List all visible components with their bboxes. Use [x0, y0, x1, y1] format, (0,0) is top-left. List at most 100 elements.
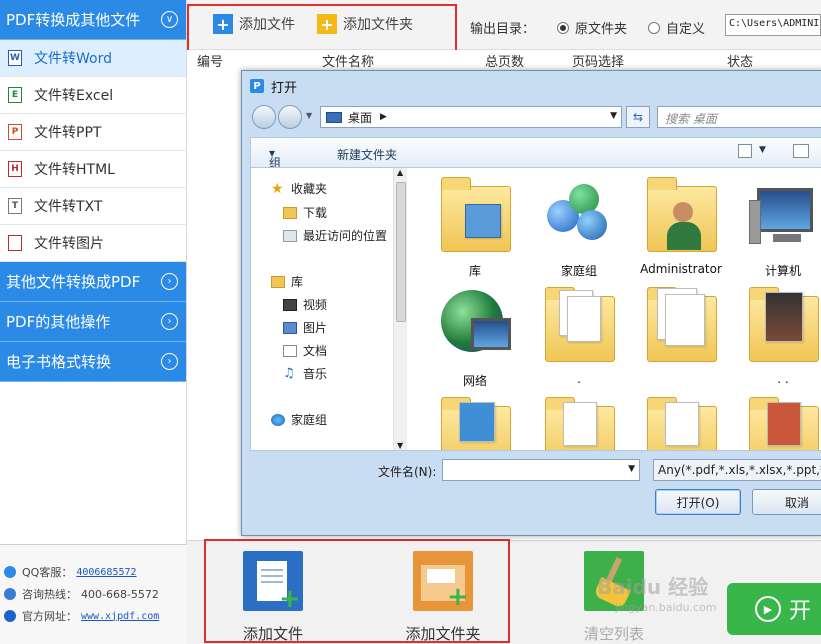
col-pages: 总页数	[485, 55, 525, 70]
site-row: 官方网址： www.xjpdf.com	[4, 605, 187, 627]
html-file-icon: H	[8, 161, 22, 177]
add-folder-big-button[interactable]: + 添加文件夹	[383, 551, 503, 644]
add-file-big-button[interactable]: + 添加文件	[213, 551, 333, 644]
filename-dropdown-icon[interactable]: ▼	[628, 464, 635, 474]
nav-scrollbar[interactable]: ▲ ▼	[393, 168, 407, 450]
open-file-dialog: P 打开 ▼ 桌面 ▶ ▼ ⇆ 搜索 桌面 组织 ▾ 新建文件夹 ▼ ★ 收藏夹	[241, 70, 821, 536]
nav-homegroup[interactable]: 家庭组	[271, 411, 327, 428]
nav-downloads[interactable]: 下载	[283, 204, 327, 221]
sidebar-item-word[interactable]: W 文件转Word	[0, 40, 186, 77]
history-dropdown-icon[interactable]: ▼	[306, 111, 312, 120]
col-status: 状态	[727, 55, 754, 70]
file-tile-row3-1[interactable]	[425, 394, 525, 450]
chevron-right-icon: ›	[161, 313, 178, 330]
address-dropdown-icon[interactable]: ▼	[610, 111, 617, 121]
file-tile-network[interactable]: 网络	[425, 284, 525, 389]
folder-icon	[283, 206, 297, 219]
file-tile-homegroup[interactable]: 家庭组	[529, 174, 629, 279]
star-icon: ★	[271, 180, 284, 197]
word-file-icon: W	[8, 50, 22, 66]
nav-libraries[interactable]: 库	[271, 273, 303, 290]
radio-label: 自定义	[666, 22, 706, 37]
scroll-down-icon[interactable]: ▼	[397, 441, 403, 450]
col-name: 文件名称	[322, 55, 375, 70]
add-file-big-label: 添加文件	[242, 625, 303, 643]
nav-videos[interactable]: 视频	[283, 296, 327, 313]
nav-recent[interactable]: 最近访问的位置	[283, 227, 387, 244]
open-button[interactable]: 打开(O)	[655, 489, 741, 515]
back-button[interactable]	[252, 105, 276, 129]
qq-link[interactable]: 4006685572	[76, 567, 136, 578]
site-link[interactable]: www.xjpdf.com	[81, 611, 159, 622]
folder-plus-icon: +	[317, 14, 337, 34]
qq-icon	[4, 566, 16, 578]
radio-custom[interactable]: 自定义	[648, 18, 705, 37]
file-tile-administrator[interactable]: Administrator	[631, 174, 731, 276]
preview-pane-icon[interactable]	[793, 144, 809, 158]
category-other-to-pdf[interactable]: 其他文件转换成PDF ›	[0, 262, 186, 302]
output-path-input[interactable]: C:\Users\ADMINI	[725, 14, 821, 36]
radio-unchecked-icon	[648, 21, 660, 34]
sidebar-item-excel[interactable]: E 文件转Excel	[0, 77, 186, 114]
file-tile-folder-plain[interactable]	[631, 284, 731, 372]
network-globe-icon	[437, 284, 513, 368]
filename-row: 文件名(N): ▼ Any(*.pdf,*.xls,*.xlsx,*.ppt,*…	[250, 457, 821, 483]
category-pdf-to-other[interactable]: PDF转换成其他文件 ∨	[0, 0, 186, 40]
view-dropdown-icon[interactable]: ▼	[759, 145, 766, 155]
radio-original-folder[interactable]: 原文件夹	[557, 18, 627, 37]
filename-label: 文件名(N):	[378, 465, 437, 479]
address-bar[interactable]: 桌面 ▶ ▼	[320, 106, 622, 128]
file-tile-folder-dot[interactable]: .	[529, 284, 629, 386]
file-tile-folder-dotdot[interactable]: . .	[733, 284, 821, 386]
navigation-pane: ★ 收藏夹 下载 最近访问的位置 库 视频 图片 文档 ♫ 音乐 家庭组 ▲ ▼	[251, 168, 407, 450]
filetype-select[interactable]: Any(*.pdf,*.xls,*.xlsx,*.ppt,*.pp	[653, 459, 821, 481]
video-icon	[283, 298, 297, 311]
document-plus-icon: +	[243, 551, 303, 612]
organize-menu[interactable]: 组织 ▾	[269, 146, 281, 187]
file-tile-computer[interactable]: 计算机	[733, 174, 821, 279]
document-folder-icon	[643, 284, 719, 368]
new-folder-button[interactable]: 新建文件夹	[337, 146, 397, 163]
filename-input[interactable]: ▼	[442, 459, 640, 481]
folder-icon	[541, 394, 617, 450]
sidebar-item-ppt[interactable]: P 文件转PPT	[0, 114, 186, 151]
cancel-button[interactable]: 取消	[752, 489, 821, 515]
view-options-icon[interactable]	[738, 144, 752, 158]
category-label: 其他文件转换成PDF	[6, 273, 141, 291]
scrollbar-thumb[interactable]	[396, 182, 406, 322]
add-folder-button[interactable]: + 添加文件夹	[317, 14, 413, 34]
category-pdf-other-ops[interactable]: PDF的其他操作 ›	[0, 302, 186, 342]
dialog-nav-row: ▼ 桌面 ▶ ▼ ⇆ 搜索 桌面	[250, 105, 821, 129]
sidebar-item-label: 文件转图片	[34, 236, 104, 252]
breadcrumb-arrow-icon[interactable]: ▶	[380, 112, 387, 122]
sidebar-item-txt[interactable]: T 文件转TXT	[0, 188, 186, 225]
dialog-search-input[interactable]: 搜索 桌面	[657, 106, 821, 128]
library-icon	[271, 275, 285, 288]
nav-pictures[interactable]: 图片	[283, 319, 327, 336]
nav-documents[interactable]: 文档	[283, 342, 327, 359]
radio-checked-icon	[557, 21, 569, 34]
top-toolbar: + 添加文件 + 添加文件夹 输出目录： 原文件夹 自定义 C:\Users\A…	[187, 0, 821, 54]
nav-favorites[interactable]: ★ 收藏夹	[271, 180, 327, 197]
file-tile-row3-2[interactable]	[529, 394, 629, 450]
add-file-button[interactable]: + 添加文件	[213, 14, 295, 34]
refresh-button[interactable]: ⇆	[626, 106, 650, 128]
file-tile-libraries[interactable]: 库	[425, 174, 525, 279]
user-folder-icon	[643, 174, 719, 258]
dialog-title-bar[interactable]: P 打开	[242, 71, 821, 101]
forward-button[interactable]	[278, 105, 302, 129]
sidebar-item-html[interactable]: H 文件转HTML	[0, 151, 186, 188]
add-folder-label: 添加文件夹	[343, 17, 413, 33]
sidebar-item-label: 文件转Excel	[34, 88, 114, 104]
col-number: 编号	[197, 55, 224, 70]
scroll-up-icon[interactable]: ▲	[397, 168, 403, 177]
qq-row: QQ客服： 4006685572	[4, 561, 187, 583]
file-tile-row3-3[interactable]	[631, 394, 731, 450]
file-tile-row3-4[interactable]	[733, 394, 821, 450]
category-ebook-convert[interactable]: 电子书格式转换 ›	[0, 342, 186, 382]
sidebar-item-image[interactable]: 文件转图片	[0, 225, 186, 262]
excel-file-icon: E	[8, 87, 22, 103]
folder-icon	[643, 394, 719, 450]
nav-music[interactable]: ♫ 音乐	[283, 365, 327, 382]
start-convert-button[interactable]: ▶ 开	[727, 583, 821, 635]
